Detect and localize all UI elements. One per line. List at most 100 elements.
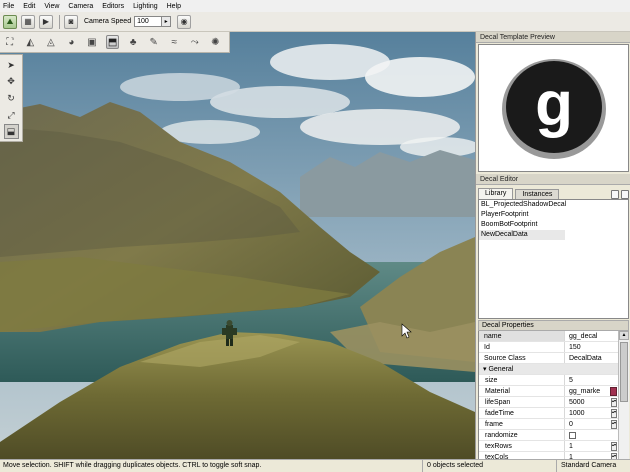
right-panel: Decal Template Preview g Decal Editor Li…: [475, 32, 630, 459]
property-row: randomize: [479, 430, 618, 441]
property-key: Material: [479, 386, 565, 396]
property-key: size: [479, 375, 565, 385]
property-row: Id 150: [479, 342, 618, 353]
list-item[interactable]: PlayerFootprint: [479, 210, 628, 220]
property-row: fadeTime 1000 ▴▾: [479, 408, 618, 419]
main-toolbar: ⛰ ▦ ▶ ◙ Camera Speed 100 ▸ ◉: [0, 12, 630, 32]
menu-lighting[interactable]: Lighting: [133, 3, 158, 10]
property-value[interactable]: 5: [565, 375, 618, 385]
property-row: frame 0 ▴▾: [479, 419, 618, 430]
property-row: Material gg_marke: [479, 386, 618, 397]
terrain-tool-icon[interactable]: ⛶: [3, 35, 17, 49]
decal-editor-header: Decal Editor: [476, 174, 630, 185]
property-value: DecalData: [569, 355, 602, 362]
list-item-selected[interactable]: NewDecalData: [479, 230, 565, 240]
decal-library-list: BL_ProjectedShadowDecal PlayerFootprint …: [478, 199, 629, 319]
preview-title: Decal Template Preview: [476, 32, 630, 43]
mesh-tool-icon[interactable]: ◭: [24, 35, 38, 49]
logo-letter: g: [535, 70, 573, 139]
property-row: size 5: [479, 375, 618, 386]
gg-logo-icon: g: [502, 59, 606, 159]
move-tool-icon[interactable]: ✥: [4, 75, 19, 90]
new-decal-icon[interactable]: [611, 190, 619, 199]
delete-decal-icon[interactable]: [621, 190, 629, 199]
river-tool-icon[interactable]: ≈: [167, 35, 181, 49]
spinner-icon[interactable]: ▴▾: [611, 420, 617, 429]
menu-view[interactable]: View: [44, 3, 59, 10]
forest-tool-icon[interactable]: ♣: [126, 35, 140, 49]
property-row: lifeSpan 5000 ▴▾: [479, 397, 618, 408]
decal-editor-tabs: Library Instances: [478, 187, 629, 199]
property-value[interactable]: gg_decal: [565, 331, 618, 341]
play-icon[interactable]: ▶: [39, 14, 53, 29]
sphere-tool-icon[interactable]: ◕: [65, 35, 79, 49]
editor-tools-toolbar: ⛶ ◭ ◬ ◕ ▣ ⬒ ♣ ✎ ≈ ⤳ ✺: [0, 32, 230, 53]
property-value[interactable]: 1000: [569, 410, 585, 417]
scale-tool-icon[interactable]: ⤢: [4, 108, 19, 123]
decal-preview: g: [478, 44, 629, 172]
properties-scrollbar[interactable]: ▲: [618, 331, 629, 459]
property-value[interactable]: 0: [569, 421, 573, 428]
toolbar-separator: [59, 14, 60, 29]
tab-instances[interactable]: Instances: [515, 189, 560, 199]
property-key: lifeSpan: [479, 397, 565, 407]
camera-speed-arrow-icon[interactable]: ▸: [162, 16, 172, 27]
camera-speed-label: Camera Speed: [84, 18, 132, 25]
property-key: texRows: [479, 441, 565, 451]
property-key: randomize: [479, 430, 565, 440]
property-value[interactable]: 1: [569, 443, 573, 450]
paint-tool-icon[interactable]: ✎: [147, 35, 161, 49]
decal-properties-grid: name gg_decal Id 150 Source Class DecalD…: [478, 331, 618, 459]
section-label: General: [488, 366, 514, 373]
particle-tool-icon[interactable]: ✺: [209, 35, 223, 49]
menu-camera[interactable]: Camera: [68, 3, 93, 10]
material-tool-icon[interactable]: ▣: [85, 35, 99, 49]
spinner-icon[interactable]: ▴▾: [611, 398, 617, 407]
menu-bar: File Edit View Camera Editors Lighting H…: [0, 0, 630, 12]
spinner-icon[interactable]: ▴▾: [611, 409, 617, 418]
scroll-thumb[interactable]: [620, 342, 628, 402]
property-key: fadeTime: [479, 408, 565, 418]
menu-help[interactable]: Help: [167, 3, 181, 10]
road-tool-icon[interactable]: ⤳: [188, 35, 202, 49]
tab-actions: [609, 190, 629, 199]
status-selection-count: 0 objects selected: [422, 460, 483, 472]
tool-palette: ➤ ✥ ↻ ⤢ ⬓: [0, 54, 23, 142]
decal-paint-icon[interactable]: ⬓: [3, 124, 19, 140]
camera-speed-input[interactable]: 100: [134, 16, 163, 27]
spinner-icon[interactable]: ▴▾: [611, 442, 617, 451]
menu-file[interactable]: File: [3, 3, 14, 10]
decal-properties-title: Decal Properties: [478, 320, 629, 331]
material-picker-icon[interactable]: [610, 387, 617, 396]
property-key: texCols: [479, 452, 565, 459]
property-key: frame: [479, 419, 565, 429]
gui-editor-icon[interactable]: ▦: [21, 14, 35, 29]
world-editor-icon[interactable]: ⛰: [3, 14, 17, 29]
property-row: texRows 1 ▴▾: [479, 441, 618, 452]
general-section-header[interactable]: ▾ General: [479, 364, 618, 375]
property-key: name: [479, 331, 565, 341]
select-arrow-icon[interactable]: ➤: [4, 58, 19, 73]
property-value[interactable]: gg_marke: [569, 388, 600, 395]
randomize-checkbox[interactable]: [569, 432, 576, 439]
menu-edit[interactable]: Edit: [23, 3, 35, 10]
rotate-tool-icon[interactable]: ↻: [4, 91, 19, 106]
tab-library[interactable]: Library: [478, 188, 514, 199]
property-key: Id: [479, 342, 565, 352]
list-item[interactable]: BL_ProjectedShadowDecal: [479, 200, 628, 210]
decal-tool-icon[interactable]: ⬒: [105, 35, 120, 49]
property-row: Source Class DecalData: [479, 353, 618, 364]
camera-icon[interactable]: ◙: [64, 14, 78, 29]
status-bar: Move selection. SHIFT while dragging dup…: [0, 459, 630, 472]
visibility-eye-icon[interactable]: ◉: [177, 14, 192, 29]
menu-editors[interactable]: Editors: [102, 3, 124, 10]
property-value[interactable]: 5000: [569, 399, 585, 406]
scroll-up-icon[interactable]: ▲: [619, 331, 629, 340]
list-item[interactable]: BoomBotFootprint: [479, 220, 628, 230]
property-row: texCols 1 ▴▾: [479, 452, 618, 459]
decal-editor-title: Decal Editor: [476, 174, 630, 185]
property-value: 150: [569, 344, 581, 351]
terrain-scene: [0, 32, 475, 459]
shape-tool-icon[interactable]: ◬: [44, 35, 58, 49]
3d-viewport[interactable]: [0, 32, 475, 459]
